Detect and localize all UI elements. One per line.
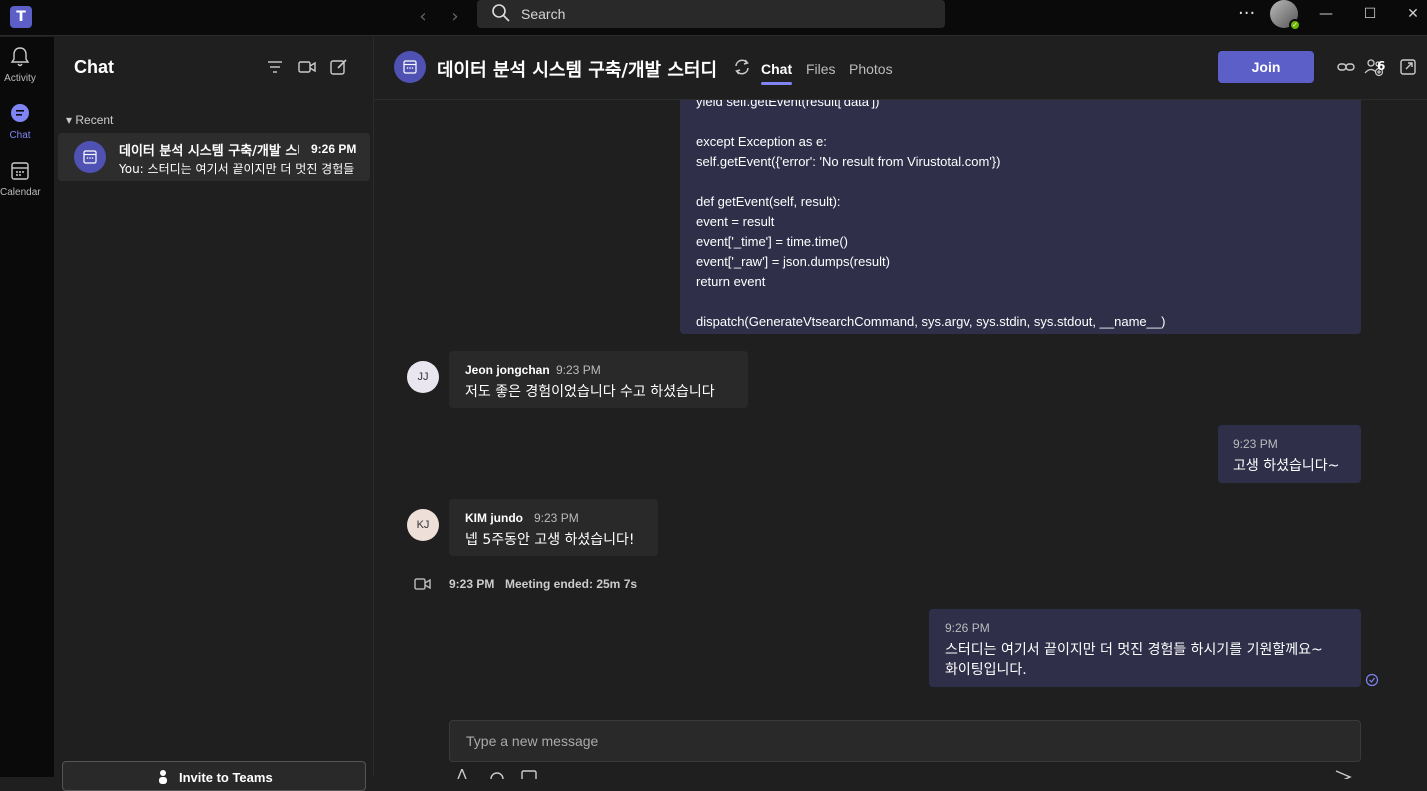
- avatar[interactable]: JJ: [407, 361, 439, 393]
- message-list[interactable]: yield self.getEvent(result['data']) exce…: [374, 100, 1427, 705]
- gif-icon[interactable]: [520, 769, 538, 779]
- message-input[interactable]: [450, 721, 1360, 761]
- recent-section-text: Recent: [75, 113, 114, 127]
- chat-list-title: Chat: [74, 57, 114, 77]
- group-avatar: [394, 51, 426, 83]
- link-icon[interactable]: [1336, 57, 1356, 77]
- bell-icon: [10, 47, 30, 67]
- meeting-event-text: Meeting ended: 25m 7s: [505, 577, 638, 591]
- rail-item-chat[interactable]: Chat: [0, 94, 54, 148]
- maximize-button[interactable]: ☐: [1358, 2, 1382, 26]
- search-box[interactable]: Search: [477, 0, 945, 28]
- outgoing-message: 9:23 PM 고생 하셨습니다~: [1218, 425, 1361, 483]
- search-placeholder: Search: [521, 6, 566, 22]
- rail-label: Activity: [4, 73, 36, 84]
- rail-label: Calendar: [0, 187, 41, 198]
- chat-item-time: 9:26 PM: [311, 142, 357, 156]
- person-add-icon: [159, 770, 167, 784]
- more-options-icon[interactable]: ···: [1238, 3, 1255, 24]
- code-line: event = result: [696, 214, 775, 229]
- message-time: 9:23 PM: [534, 511, 579, 525]
- message-composer[interactable]: [449, 720, 1361, 762]
- code-line: self.getEvent({'error': 'No result from …: [696, 154, 1001, 169]
- presence-available-icon: ✓: [1289, 19, 1301, 31]
- rail-item-calendar[interactable]: Calendar: [0, 151, 54, 205]
- calendar-icon: [403, 60, 417, 74]
- avatar[interactable]: KJ: [407, 509, 439, 541]
- new-chat-icon[interactable]: [329, 57, 349, 77]
- recent-section-label[interactable]: ▾ Recent: [66, 113, 113, 127]
- invite-label: Invite to Teams: [179, 770, 273, 785]
- message-text-line: 스터디는 여기서 끝이지만 더 멋진 경험들 하시기를 기원할께요~: [945, 642, 1323, 658]
- format-icon[interactable]: [456, 769, 474, 779]
- message-text: 넵 5주동안 고생 하셨습니다!: [465, 532, 635, 548]
- invite-to-teams-button[interactable]: Invite to Teams: [62, 761, 366, 791]
- tab-photos[interactable]: Photos: [849, 61, 893, 77]
- incoming-message: Jeon jongchan 9:23 PM 저도 좋은 경험이었습니다 수고 하…: [449, 351, 748, 408]
- code-message-bubble: yield self.getEvent(result['data']) exce…: [680, 100, 1361, 334]
- message-text: 고생 하셨습니다~: [1233, 458, 1340, 474]
- recurring-meeting-icon: [735, 59, 749, 75]
- tab-chat[interactable]: Chat: [761, 61, 793, 85]
- filter-icon[interactable]: [265, 57, 285, 77]
- chat-list-item[interactable]: 데이터 분석 시스템 구축/개발 스터디 9:26 PM You: 스터디는 여…: [58, 133, 370, 181]
- rail-label: Chat: [9, 130, 31, 141]
- back-button[interactable]: ‹: [411, 5, 435, 29]
- forward-button[interactable]: ›: [443, 5, 467, 29]
- join-button[interactable]: Join: [1218, 51, 1314, 83]
- close-button[interactable]: ✕: [1401, 2, 1425, 26]
- message-author: Jeon jongchan: [465, 363, 550, 377]
- emoji-icon[interactable]: [488, 769, 506, 779]
- calendar-icon: [11, 162, 29, 180]
- chat-item-name: 데이터 분석 시스템 구축/개발 스터디: [119, 144, 299, 159]
- message-time: 9:26 PM: [945, 621, 990, 635]
- message-author: KIM jundo: [465, 511, 523, 525]
- outgoing-message: 9:26 PM 스터디는 여기서 끝이지만 더 멋진 경험들 하시기를 기원할께…: [929, 609, 1361, 687]
- meeting-event-time: 9:23 PM: [449, 577, 495, 591]
- participant-count: 6: [1377, 59, 1386, 73]
- message-text: 저도 좋은 경험이었습니다 수고 하셨습니다: [465, 384, 715, 400]
- meet-now-icon[interactable]: [297, 57, 317, 77]
- tab-files[interactable]: Files: [806, 61, 836, 77]
- my-avatar[interactable]: ✓: [1270, 0, 1301, 31]
- chat-icon: [11, 104, 29, 122]
- incoming-message: KIM jundo 9:23 PM 넵 5주동안 고생 하셨습니다!: [449, 499, 658, 556]
- code-line: dispatch(GenerateVtsearchCommand, sys.ar…: [696, 314, 1166, 329]
- code-line: yield self.getEvent(result['data']): [696, 100, 880, 109]
- pop-out-icon[interactable]: [1398, 57, 1418, 77]
- code-line: event['_time'] = time.time(): [696, 234, 848, 249]
- teams-logo-icon: T: [10, 6, 32, 28]
- search-icon: [492, 4, 510, 22]
- conversation-pane: 데이터 분석 시스템 구축/개발 스터디 Chat Files Photos J…: [374, 37, 1427, 779]
- video-camera-icon: [414, 578, 431, 590]
- message-time: 9:23 PM: [556, 363, 601, 377]
- send-icon[interactable]: [1334, 769, 1352, 779]
- calendar-icon: [83, 150, 97, 164]
- message-time: 9:23 PM: [1233, 437, 1278, 451]
- conversation-title[interactable]: 데이터 분석 시스템 구축/개발 스터디: [437, 56, 722, 82]
- caret-down-icon: ▾: [66, 113, 76, 127]
- seen-check-icon: [1365, 673, 1379, 687]
- message-text-line: 화이팅입니다.: [945, 662, 1027, 678]
- chat-list-panel: Chat ▾ Recent 데이터 분석 시스템 구축/개발 스터디 9:26 …: [54, 37, 374, 791]
- app-rail: Activity Chat Calendar: [0, 37, 54, 777]
- minimize-button[interactable]: —: [1314, 2, 1338, 26]
- title-bar: T ‹ › Search ··· ✓ — ☐ ✕: [0, 0, 1427, 36]
- code-line: event['_raw'] = json.dumps(result): [696, 254, 890, 269]
- code-line: def getEvent(self, result):: [696, 194, 841, 209]
- conversation-header: 데이터 분석 시스템 구축/개발 스터디 Chat Files Photos J…: [374, 37, 1427, 100]
- code-line: except Exception as e:: [696, 134, 827, 149]
- code-line: return event: [696, 274, 766, 289]
- rail-item-activity[interactable]: Activity: [0, 37, 54, 91]
- group-avatar: [74, 141, 106, 173]
- chat-item-preview: You: 스터디는 여기서 끝이지만 더 멋진 경험들 하시기를 기원할께요~ …: [119, 162, 354, 176]
